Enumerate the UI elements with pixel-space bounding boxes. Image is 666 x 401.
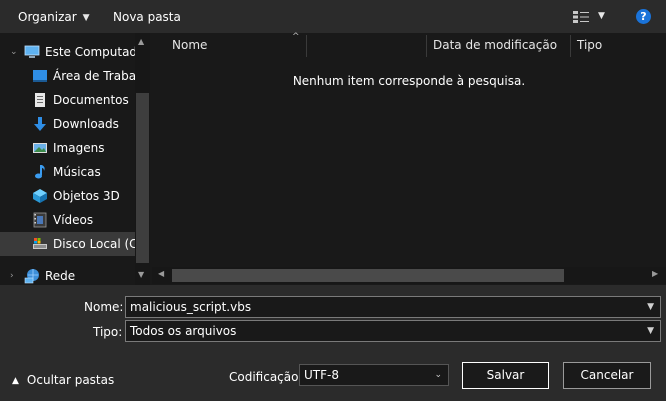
encoding-label: Codificação: <box>229 370 303 384</box>
view-caret-down-icon[interactable]: ▼ <box>598 11 605 21</box>
view-options-icon[interactable] <box>573 11 589 23</box>
new-folder-label: Nova pasta <box>113 10 181 24</box>
help-icon[interactable]: ? <box>636 9 651 24</box>
new-folder-button[interactable]: Nova pasta <box>113 9 181 25</box>
local-disk-icon <box>33 238 47 249</box>
save-form: Nome: malicious_script.vbs ▼ Tipo: Todos… <box>0 285 666 401</box>
nav-item-videos[interactable]: Vídeos <box>0 208 135 232</box>
nav-item-label: Vídeos <box>53 213 94 227</box>
nav-item-label: Documentos <box>53 93 129 107</box>
filename-input[interactable]: malicious_script.vbs ▼ <box>125 296 661 318</box>
toolbar: Organizar ▼ Nova pasta ▼ ? <box>0 0 666 33</box>
nav-item-desktop[interactable]: Área de Trabalh <box>0 64 135 88</box>
column-divider[interactable] <box>426 35 427 57</box>
column-divider[interactable] <box>306 35 307 57</box>
empty-message: Nenhum item corresponde à pesquisa. <box>292 74 526 88</box>
network-icon <box>24 269 39 284</box>
hide-folders-button[interactable]: ▲ Ocultar pastas <box>12 373 114 387</box>
horizontal-scroll-thumb[interactable] <box>172 269 564 282</box>
cancel-button[interactable]: Cancelar <box>563 362 651 389</box>
filetype-label: Tipo: <box>93 325 123 339</box>
nav-item-label: Imagens <box>53 141 105 155</box>
chevron-down-icon[interactable]: ⌄ <box>434 365 442 385</box>
nav-item-3d-objects[interactable]: Objetos 3D <box>0 184 135 208</box>
collapse-chevron-icon[interactable]: ⌄ <box>10 40 18 64</box>
nav-item-downloads[interactable]: Downloads <box>0 112 135 136</box>
filetype-select[interactable]: Todos os arquivos ▼ <box>125 320 661 342</box>
nav-item-label: Downloads <box>53 117 119 131</box>
nav-item-images[interactable]: Imagens <box>0 136 135 160</box>
videos-icon <box>33 212 47 228</box>
organize-label: Organizar <box>18 10 77 24</box>
scroll-left-icon[interactable]: ◀ <box>158 269 164 278</box>
hide-folders-label: Ocultar pastas <box>26 373 115 387</box>
nav-item-label: Disco Local (C:) <box>53 237 135 251</box>
nav-item-this-pc[interactable]: ⌄ Este Computado <box>0 40 135 64</box>
column-divider[interactable] <box>570 35 571 57</box>
downloads-icon <box>34 117 46 131</box>
objects-3d-icon <box>33 189 47 203</box>
chevron-down-icon[interactable]: ▼ <box>647 321 654 341</box>
filename-label: Nome: <box>84 300 124 314</box>
nav-scroll-thumb[interactable] <box>136 93 149 263</box>
scroll-down-icon[interactable]: ▼ <box>138 270 144 279</box>
nav-item-local-disk[interactable]: Disco Local (C:) <box>0 232 135 256</box>
nav-item-label: Este Computado <box>45 45 135 59</box>
filename-value: malicious_script.vbs <box>130 300 252 314</box>
music-icon <box>35 165 45 179</box>
column-header-type[interactable]: Tipo <box>577 33 602 57</box>
column-header-name[interactable]: Nome <box>172 33 207 57</box>
nav-scrollbar[interactable]: ▲ ▼ <box>135 33 150 285</box>
save-button[interactable]: Salvar <box>462 362 549 389</box>
nav-item-label: Músicas <box>53 165 101 179</box>
desktop-icon <box>33 70 47 82</box>
navigation-pane: ⌄ Este Computado Área de Trabalh Documen… <box>0 33 150 285</box>
sort-ascending-icon: ^ <box>292 32 300 42</box>
chevron-up-icon: ▲ <box>12 376 19 386</box>
nav-item-documents[interactable]: Documentos <box>0 88 135 112</box>
filetype-value: Todos os arquivos <box>130 324 237 338</box>
scroll-right-icon[interactable]: ▶ <box>652 269 658 278</box>
column-header-modified[interactable]: Data de modificação <box>433 33 557 57</box>
nav-item-label: Objetos 3D <box>53 189 120 203</box>
file-list: ^ Nome Data de modificação Tipo Nenhum i… <box>152 32 666 285</box>
nav-item-label: Área de Trabalh <box>53 69 135 83</box>
organize-button[interactable]: Organizar ▼ <box>18 9 90 25</box>
encoding-select[interactable]: UTF-8 ⌄ <box>299 364 449 386</box>
horizontal-scrollbar[interactable]: ◀ ▶ <box>152 267 666 284</box>
caret-down-icon: ▼ <box>82 13 90 23</box>
images-icon <box>33 143 47 153</box>
nav-item-music[interactable]: Músicas <box>0 160 135 184</box>
scroll-up-icon[interactable]: ▲ <box>138 37 144 46</box>
encoding-value: UTF-8 <box>304 368 339 382</box>
computer-icon <box>24 45 40 58</box>
documents-icon <box>35 93 45 107</box>
chevron-down-icon[interactable]: ▼ <box>647 297 654 317</box>
